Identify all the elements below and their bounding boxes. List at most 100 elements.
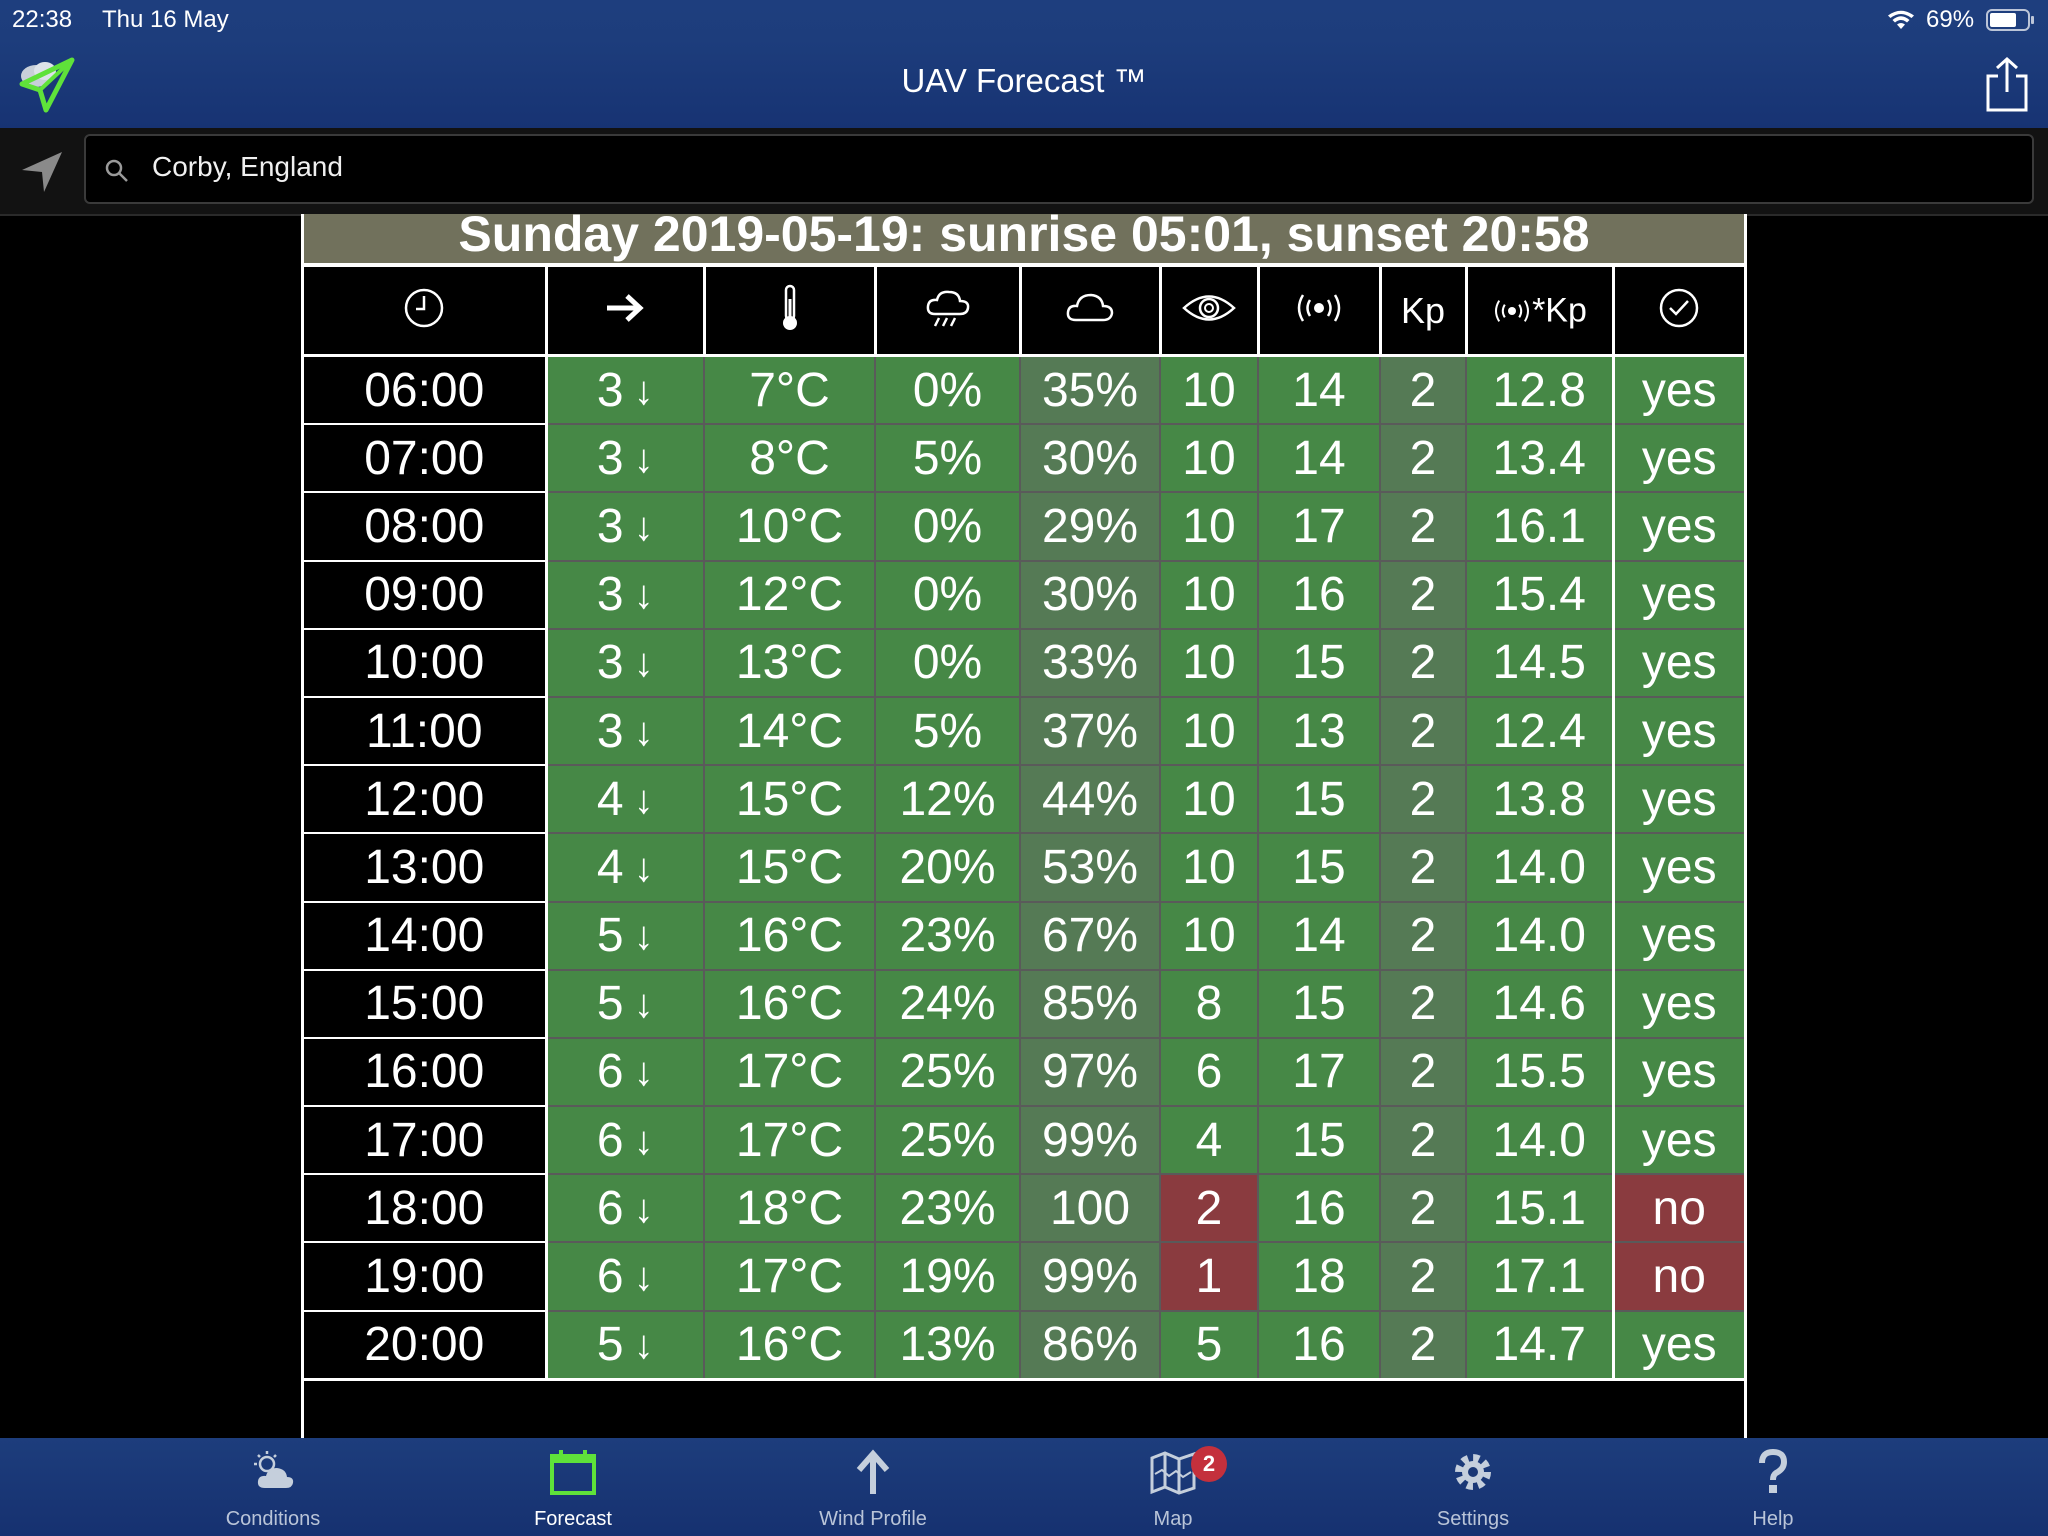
col-header-fly-ok [1613, 267, 1744, 357]
tab-forecast[interactable]: Forecast [463, 1438, 683, 1536]
time-cell: 09:00 [304, 560, 548, 630]
temperature-cell: 17°C [704, 1106, 876, 1176]
sats-kp-cell: 14.0 [1466, 833, 1615, 903]
status-date: Thu 16 May [102, 6, 229, 33]
satellites-cell: 15 [1258, 628, 1381, 698]
kp-cell: 2 [1380, 492, 1467, 562]
sats-kp-cell: 13.8 [1466, 765, 1615, 835]
visibility-cell: 2 [1160, 1174, 1259, 1244]
temperature-cell: 16°C [704, 901, 876, 971]
wind-direction-arrow-icon: ↓ [633, 709, 654, 754]
wind-cell: 3 ↓ [546, 355, 705, 426]
table-header-row: Kp *Kp [304, 267, 1744, 357]
time-cell: 14:00 [304, 901, 548, 971]
precipitation-cell: 25% [875, 1037, 1021, 1108]
tab-wind-profile-label: Wind Profile [819, 1508, 927, 1530]
time-cell: 15:00 [304, 969, 548, 1039]
tab-help[interactable]: Help [1663, 1438, 1883, 1536]
temperature-cell: 17°C [704, 1037, 876, 1108]
tab-settings-label: Settings [1436, 1508, 1510, 1530]
fly-ok-cell: yes [1613, 1037, 1744, 1108]
col-header-visibility [1160, 267, 1260, 357]
search-input[interactable]: Corby, England [152, 151, 343, 183]
wind-cell: 6 ↓ [546, 1106, 705, 1176]
question-mark-icon [1759, 1448, 1788, 1493]
time-cell: 16:00 [304, 1037, 548, 1108]
satellites-cell: 16 [1258, 1310, 1381, 1381]
wind-direction-arrow-icon: ↓ [633, 777, 654, 822]
tab-conditions[interactable]: Conditions [163, 1438, 383, 1536]
wind-direction-arrow-icon: ↓ [633, 641, 654, 686]
cloud-icon [1066, 293, 1114, 322]
satellites-cell: 17 [1258, 1037, 1381, 1108]
satellites-cell: 16 [1258, 560, 1381, 630]
table-row: 18:00 6 ↓ 18°C 23% 100 2 16 2 15.1 no [304, 1174, 1744, 1244]
precipitation-cell: 25% [875, 1106, 1021, 1176]
wind-direction-arrow-icon: ↓ [633, 368, 654, 413]
share-icon[interactable] [1984, 56, 2030, 112]
satellite-signal-icon [1297, 294, 1341, 322]
visibility-cell: 10 [1160, 901, 1259, 971]
fly-ok-cell: yes [1613, 901, 1744, 971]
table-row: 11:00 3 ↓ 14°C 5% 37% 10 13 2 12.4 yes [304, 696, 1744, 767]
wind-direction-arrow-icon: ↓ [633, 914, 654, 959]
up-arrow-icon [856, 1449, 890, 1494]
fly-ok-cell: yes [1613, 628, 1744, 698]
time-cell: 11:00 [304, 696, 548, 767]
col-header-satellites [1258, 267, 1382, 357]
wind-speed: 3 [596, 704, 624, 758]
col-header-precipitation [875, 267, 1022, 357]
wind-direction-arrow-icon: ↓ [633, 982, 654, 1027]
location-arrow-icon[interactable] [18, 148, 66, 196]
visibility-cell: 10 [1160, 424, 1259, 494]
temperature-cell: 17°C [704, 1242, 876, 1312]
cloud-cell: 53% [1020, 833, 1161, 903]
table-row: 16:00 6 ↓ 17°C 25% 97% 6 17 2 15.5 yes [304, 1037, 1744, 1108]
satellites-cell: 14 [1258, 355, 1381, 426]
temperature-cell: 16°C [704, 969, 876, 1039]
map-icon [1150, 1451, 1196, 1495]
battery-icon [1986, 9, 2034, 31]
tab-settings[interactable]: Settings [1363, 1438, 1583, 1536]
table-row: 13:00 4 ↓ 15°C 20% 53% 10 15 2 14.0 yes [304, 833, 1744, 903]
battery-percent: 69% [1926, 6, 1975, 33]
sats-kp-cell: 15.1 [1466, 1174, 1615, 1244]
search-field[interactable]: Corby, England [84, 134, 2034, 204]
cloud-cell: 30% [1020, 424, 1161, 494]
time-cell: 18:00 [304, 1174, 548, 1244]
sats-kp-cell: 14.7 [1466, 1310, 1615, 1381]
tab-bar: Conditions Forecast Wind Profile 2 Map S… [0, 1438, 2048, 1536]
status-bar: 22:38 Thu 16 May 69% [0, 0, 2048, 40]
fly-ok-cell: yes [1613, 1106, 1744, 1176]
kp-cell: 2 [1380, 1106, 1467, 1176]
cloud-cell: 99% [1020, 1242, 1161, 1312]
fly-ok-cell: yes [1613, 969, 1744, 1039]
time-cell: 10:00 [304, 628, 548, 698]
tab-map[interactable]: 2 Map [1063, 1438, 1283, 1536]
tab-wind-profile[interactable]: Wind Profile [763, 1438, 983, 1536]
satellites-cell: 16 [1258, 1174, 1381, 1244]
visibility-cell: 6 [1160, 1037, 1259, 1108]
cloud-cell: 67% [1020, 901, 1161, 971]
fly-ok-cell: yes [1613, 424, 1744, 494]
table-row: 19:00 6 ↓ 17°C 19% 99% 1 18 2 17.1 no [304, 1242, 1744, 1312]
wind-speed: 3 [596, 568, 624, 622]
temperature-cell: 15°C [704, 765, 876, 835]
wind-direction-arrow-icon: ↓ [633, 436, 654, 481]
wind-direction-arrow-icon: ↓ [633, 1186, 654, 1231]
visibility-cell: 1 [1160, 1242, 1259, 1312]
forecast-panel[interactable]: Sunday 2019-05-19: sunrise 05:01, sunset… [301, 214, 1747, 1438]
temperature-cell: 12°C [704, 560, 876, 630]
wind-speed: 5 [596, 909, 624, 963]
fly-ok-cell: no [1613, 1242, 1744, 1312]
wind-cell: 4 ↓ [546, 833, 705, 903]
table-row: 06:00 3 ↓ 7°C 0% 35% 10 14 2 12.8 yes [304, 355, 1744, 426]
kp-cell: 2 [1380, 833, 1467, 903]
cloud-cell: 33% [1020, 628, 1161, 698]
kp-cell: 2 [1380, 696, 1467, 767]
precipitation-cell: 0% [875, 492, 1021, 562]
precipitation-cell: 0% [875, 560, 1021, 630]
col-header-temperature [704, 267, 877, 357]
satellites-cell: 17 [1258, 492, 1381, 562]
time-cell: 20:00 [304, 1310, 548, 1381]
